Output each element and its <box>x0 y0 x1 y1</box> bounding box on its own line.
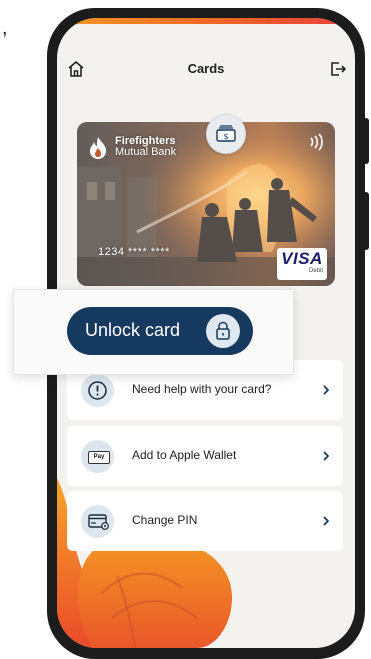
unlock-card-label: Unlock card <box>85 320 181 340</box>
add-to-apple-wallet-item[interactable]: Pay Add to Apple Wallet <box>67 426 343 486</box>
lock-icon <box>216 321 230 340</box>
bank-flame-logo-icon <box>90 137 106 159</box>
app-header: Cards <box>57 56 355 84</box>
svg-text:$: $ <box>223 132 228 141</box>
pin-card-icon <box>88 514 109 530</box>
lock-icon-bg <box>206 314 240 348</box>
unlock-card-popup: Unlock card <box>13 289 294 375</box>
apple-pay-icon: Pay <box>88 451 110 464</box>
card-number: 1234 **** **** <box>98 246 170 258</box>
menu-item-label: Add to Apple Wallet <box>132 448 237 462</box>
bank-card[interactable]: Firefighters Mutual Bank 1234 **** **** … <box>77 122 335 286</box>
money-stack-icon: $ <box>216 125 236 142</box>
card-type-label: Debit <box>308 268 323 274</box>
logout-icon[interactable] <box>329 60 347 78</box>
money-badge: $ <box>206 114 246 154</box>
page-title: Cards <box>187 61 225 76</box>
page-fragment-comma: , <box>2 17 8 39</box>
menu-icon-bg <box>81 374 114 407</box>
bank-card-area: Firefighters Mutual Bank 1234 **** **** … <box>77 114 335 286</box>
top-accent-stripe <box>57 18 355 24</box>
chevron-right-icon <box>323 516 329 526</box>
apple-pay-text: Pay <box>93 454 105 460</box>
phone-side-button <box>363 118 369 164</box>
flame-decoration <box>57 478 232 648</box>
chevron-right-icon <box>323 451 329 461</box>
chevron-right-icon <box>323 385 329 395</box>
menu-icon-bg: Pay <box>81 440 114 473</box>
visa-debit-badge: VISA Debit <box>277 248 327 280</box>
menu-item-label: Change PIN <box>132 513 198 527</box>
contactless-icon <box>310 133 323 151</box>
unlock-card-button[interactable]: Unlock card <box>67 307 253 355</box>
menu-item-label: Need help with your card? <box>132 382 272 396</box>
info-icon <box>88 381 107 400</box>
card-bank-subname: Mutual Bank <box>115 146 177 158</box>
visa-logo: VISA <box>281 249 323 268</box>
change-pin-item[interactable]: Change PIN <box>67 491 343 551</box>
phone-side-button <box>363 192 369 250</box>
menu-icon-bg <box>81 505 114 538</box>
